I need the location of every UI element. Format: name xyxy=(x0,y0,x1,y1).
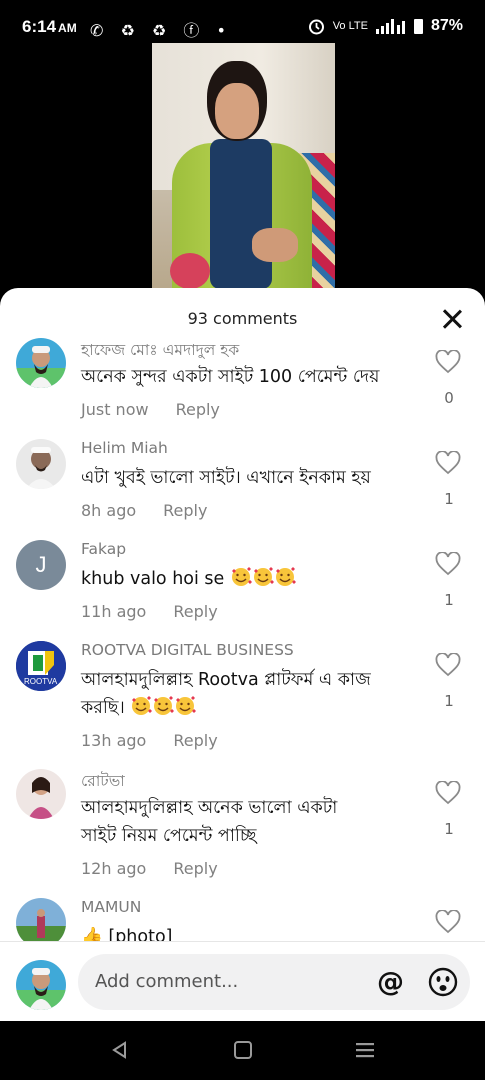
mention-at-icon[interactable]: @ xyxy=(377,967,404,998)
comment-author[interactable]: রোটভা xyxy=(81,769,125,795)
smiling-hearts-emoji xyxy=(230,567,296,589)
comment-meta: 8h ago Reply xyxy=(81,501,207,520)
comment-text: আলহামদুলিল্লাহ Rootva প্লাটফর্ম এ কাজ কর… xyxy=(81,666,426,722)
comment-time: 12h ago xyxy=(81,859,147,878)
comment-author[interactable]: Fakap xyxy=(81,540,126,558)
reply-button[interactable]: Reply xyxy=(173,859,217,878)
heart-icon[interactable] xyxy=(435,350,461,374)
comment-time: 13h ago xyxy=(81,731,147,750)
comment-text-line: আলহামদুলিল্লাহ অনেক ভালো একটা xyxy=(81,798,338,818)
like-count: 1 xyxy=(444,692,454,710)
comment-text: khub valo hoi se xyxy=(81,565,426,593)
comment-author[interactable]: ROOTVA DIGITAL BUSINESS xyxy=(81,641,294,659)
avatar[interactable] xyxy=(16,439,66,489)
heart-icon[interactable] xyxy=(435,451,461,475)
comment-meta: 13h ago Reply xyxy=(81,731,218,750)
current-user-avatar xyxy=(16,960,66,1010)
avatar[interactable]: J xyxy=(16,540,66,590)
like-count: 1 xyxy=(444,820,454,838)
like-count: 0 xyxy=(444,389,454,407)
heart-icon[interactable] xyxy=(435,552,461,576)
status-time-value: 6:14 xyxy=(22,17,57,36)
comment-text-line: সাইট নিয়ম পেমেন্ট পাচ্ছি xyxy=(81,826,257,846)
comment-text-line: করছি। xyxy=(81,698,125,718)
home-icon[interactable] xyxy=(233,1040,253,1060)
avatar[interactable] xyxy=(16,769,66,819)
comment-time: 11h ago xyxy=(81,602,147,621)
recents-icon[interactable] xyxy=(355,1040,375,1060)
comment-meta: 12h ago Reply xyxy=(81,859,218,878)
reply-button[interactable]: Reply xyxy=(163,501,207,520)
comment-input-placeholder: Add comment... xyxy=(95,971,239,992)
comment-text-content: [photo] xyxy=(108,927,173,942)
like-count: 1 xyxy=(444,490,454,508)
signal-icon xyxy=(375,18,405,34)
status-time: 6:14 AM xyxy=(22,17,77,37)
comment-meta: 11h ago Reply xyxy=(81,602,218,621)
comments-sheet: 93 comments হাফেজ মোঃ এমদাদুল হক অনেক সু… xyxy=(0,288,485,1021)
alarm-icon xyxy=(308,19,324,34)
comment-text-content: khub valo hoi se xyxy=(81,569,225,589)
comment-text: অনেক সুন্দর একটা সাইট 100 পেমেন্ট দেয় xyxy=(81,367,380,387)
comment-author[interactable]: Helim Miah xyxy=(81,439,168,457)
status-indicators: Vo LTE 87% xyxy=(308,17,463,35)
like-count: 1 xyxy=(444,591,454,609)
smiling-hearts-emoji xyxy=(130,696,197,718)
reply-button[interactable]: Reply xyxy=(173,731,217,750)
heart-icon[interactable] xyxy=(435,910,461,934)
comment-count: 93 comments xyxy=(187,309,298,328)
comment-text: এটা খুবই ভালো সাইট। এখানে ইনকাম হয় xyxy=(81,468,371,488)
comment-author[interactable]: MAMUN xyxy=(81,898,141,916)
comment-text: আলহামদুলিল্লাহ অনেক ভালো একটা সাইট নিয়ম… xyxy=(81,794,426,850)
avatar[interactable] xyxy=(16,898,66,942)
system-nav-bar xyxy=(0,1021,485,1080)
heart-icon[interactable] xyxy=(435,653,461,677)
heart-icon[interactable] xyxy=(435,781,461,805)
reply-button[interactable]: Reply xyxy=(176,400,220,419)
reply-button[interactable]: Reply xyxy=(173,602,217,621)
comment-meta: Just now Reply xyxy=(81,400,220,419)
volte-indicator: Vo LTE xyxy=(332,20,368,32)
comment-time: Just now xyxy=(81,400,149,419)
avatar-letter: J xyxy=(35,552,47,577)
comment-author[interactable]: হাফেজ মোঃ এমদাদুল হক xyxy=(81,338,239,364)
comment-input[interactable]: Add comment... @ xyxy=(78,954,470,1010)
notification-icons: ✆ ♻ ♻ ⓕ • xyxy=(90,21,232,40)
comment-composer: Add comment... @ xyxy=(0,942,485,1021)
avatar-caption: ROOTVA xyxy=(24,677,58,686)
avatar[interactable] xyxy=(16,338,66,388)
thumbs-up-emoji: 👍 xyxy=(81,927,103,942)
back-icon[interactable] xyxy=(110,1040,130,1060)
emoji-icon[interactable] xyxy=(428,967,458,997)
status-time-ampm: AM xyxy=(58,21,77,35)
comment-time: 8h ago xyxy=(81,501,137,520)
video-preview[interactable] xyxy=(152,43,335,288)
comment-text-line: আলহামদুলিল্লাহ Rootva প্লাটফর্ম এ কাজ xyxy=(81,670,371,690)
comments-list[interactable]: হাফেজ মোঃ এমদাদুল হক অনেক সুন্দর একটা সা… xyxy=(0,338,485,942)
comment-text: 👍 [photo] xyxy=(81,923,426,942)
avatar[interactable]: ROOTVA xyxy=(16,641,66,691)
battery-percent: 87% xyxy=(430,17,463,34)
close-icon[interactable] xyxy=(441,308,463,330)
battery-icon xyxy=(413,18,423,34)
